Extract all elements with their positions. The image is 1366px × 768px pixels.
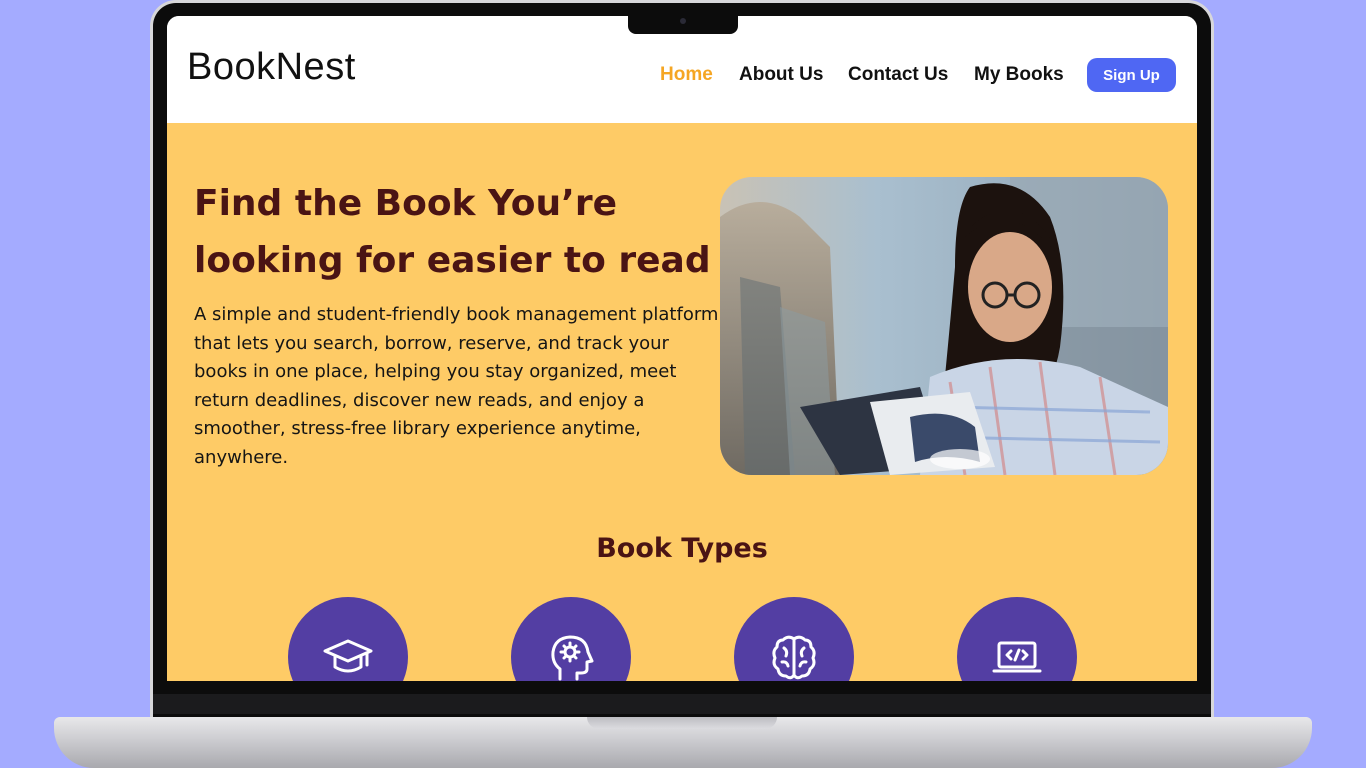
book-type-academic[interactable]: [288, 597, 408, 681]
woman-reading-book-photo: [720, 177, 1168, 475]
brain-icon: [772, 635, 816, 680]
laptop-code-icon: [992, 641, 1042, 673]
nav-link-about-us[interactable]: About Us: [739, 64, 823, 86]
book-type-science[interactable]: [734, 597, 854, 681]
nav-link-contact-us[interactable]: Contact Us: [848, 64, 948, 86]
camera-notch: [628, 16, 738, 34]
book-type-psychology[interactable]: [511, 597, 631, 681]
hero-title: Find the Book You’re looking for easier …: [194, 183, 711, 281]
camera-icon: [680, 18, 686, 24]
site-logo[interactable]: BookNest: [187, 46, 356, 89]
laptop-hinge: [153, 694, 1211, 714]
book-types-title: Book Types: [596, 533, 768, 564]
laptop-screen: BookNest Home About Us Contact Us My Boo…: [167, 16, 1197, 681]
sign-up-button[interactable]: Sign Up: [1087, 58, 1176, 92]
laptop-base-notch: [587, 717, 777, 729]
nav-link-home[interactable]: Home: [660, 64, 713, 86]
graduation-cap-icon: [323, 639, 373, 673]
hero-image: [720, 177, 1168, 475]
book-type-programming[interactable]: [957, 597, 1077, 681]
hero-section: Find the Book You’re looking for easier …: [167, 123, 1197, 681]
head-gear-icon: [551, 635, 594, 681]
nav-link-my-books[interactable]: My Books: [974, 64, 1064, 86]
hero-description: A simple and student-friendly book manag…: [194, 304, 719, 468]
